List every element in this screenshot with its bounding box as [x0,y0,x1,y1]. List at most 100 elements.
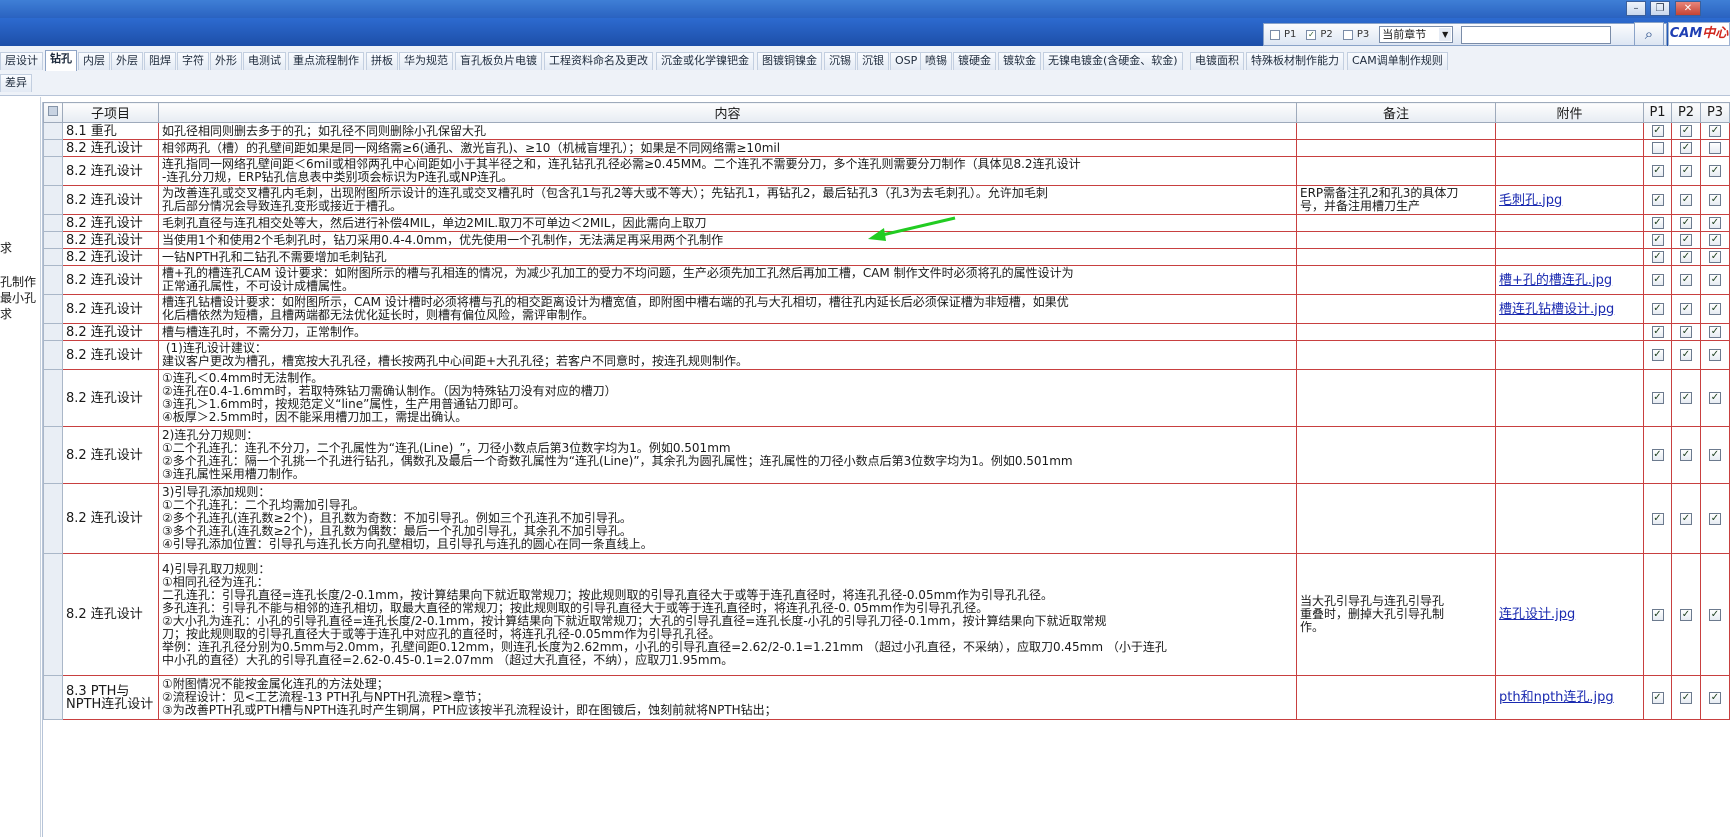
p2-checkbox[interactable]: ✓ [1680,217,1692,229]
row-selector[interactable] [43,323,63,341]
row-selector[interactable] [43,340,63,370]
row-attachment-link[interactable] [1495,156,1644,186]
p2-checkbox[interactable]: ✓ [1680,194,1692,206]
p1-checkbox[interactable]: ✓ [1651,303,1664,315]
row-selector[interactable] [43,156,63,186]
tree-item[interactable]: 孔制作 [0,275,36,289]
p2-checkbox[interactable]: ✓ [1680,303,1692,315]
p3-checkbox[interactable]: ✓ [1709,608,1721,621]
tab-15[interactable]: 沉锡 [824,52,856,70]
row-selector[interactable] [43,248,63,266]
row-attachment-link[interactable]: 毛刺孔.jpg [1495,185,1644,215]
p3-checkbox[interactable]: ✓ [1709,326,1721,338]
select-all-corner[interactable] [43,102,63,123]
tab-19[interactable]: 镀硬金 [953,52,996,70]
p1-checkbox[interactable]: ✓ [1651,194,1664,206]
p2-checkbox[interactable]: ✓ [1680,608,1692,621]
table-row[interactable]: 8.1 重孔 如孔径相同则删去多于的孔；如孔径不同则删除小孔保留大孔 ✓ ✓ ✓ [43,122,1730,140]
tab-2[interactable]: 内层 [78,52,110,70]
header-attachment[interactable]: 附件 [1495,102,1644,123]
row-attachment-link[interactable] [1495,483,1644,554]
p1-checkbox[interactable] [1651,142,1664,154]
header-p3[interactable]: P3 [1700,102,1730,123]
row-attachment-link[interactable] [1495,231,1644,249]
p2-checkbox[interactable]: ✓ [1680,251,1692,263]
tab-6[interactable]: 外形 [210,52,242,70]
table-row[interactable]: 8.2 连孔设计 4)引导孔取刀规则： ①相同孔径为连孔： 二孔连孔：引导孔直径=… [43,553,1730,676]
p3-checkbox[interactable]: ✓ [1709,251,1721,263]
table-row[interactable]: 8.2 连孔设计 3)引导孔添加规则： ①二个孔连孔：二个孔均需加引导孔。 ②多个… [43,483,1730,554]
p2-checkbox[interactable]: ✓ [1680,691,1692,704]
tab-20[interactable]: 镀软金 [998,52,1041,70]
p2-checkbox[interactable]: ✓ [1680,125,1692,137]
p1-checkbox[interactable]: ✓ [1651,165,1664,177]
tree-item[interactable]: 求 [0,241,12,255]
row-attachment-link[interactable] [1495,426,1644,484]
table-row[interactable]: 8.3 PTH与 NPTH连孔设计 ①附图情况不能按金属化连孔的方法处理； ②流程… [43,675,1730,720]
row-attachment-link[interactable] [1495,248,1644,266]
p1-checkbox[interactable]: ✓ [1651,326,1664,338]
row-selector[interactable] [43,122,63,140]
tab-5[interactable]: 字符 [177,52,209,70]
row-attachment-link[interactable]: 槽+孔的槽连孔.jpg [1495,265,1644,295]
row-attachment-link[interactable] [1495,122,1644,140]
table-row[interactable]: 8.2 连孔设计 槽与槽连孔时，不需分刀，正常制作。 ✓ ✓ ✓ [43,323,1730,341]
row-selector[interactable] [43,369,63,427]
p1-checkbox[interactable]: ✓ [1651,512,1664,525]
table-row[interactable]: 8.2 连孔设计 一钻NPTH孔和二钻孔不需要增加毛刺钻孔 ✓ ✓ ✓ [43,248,1730,266]
p2-checkbox[interactable]: ✓ [1306,29,1317,40]
row-attachment-link[interactable] [1495,323,1644,341]
p3-checkbox[interactable]: ✓ [1709,234,1721,246]
row-selector[interactable] [43,139,63,157]
tab-1[interactable]: 钻孔 [45,50,77,71]
tab-3[interactable]: 外层 [111,52,143,70]
row-selector[interactable] [43,294,63,324]
tab-9[interactable]: 拼板 [366,52,398,70]
table-row[interactable]: 8.2 连孔设计 2)连孔分刀规则： ①二个孔连孔：连孔不分刀，二个孔属性为“连孔… [43,426,1730,484]
p3-checkbox[interactable] [1709,142,1721,154]
tab-17[interactable]: OSP [890,52,923,70]
row-selector[interactable] [43,231,63,249]
tab-18[interactable]: 喷锡 [920,52,952,70]
search-button[interactable]: ⌕ [1634,22,1664,46]
p1-checkbox[interactable]: ✓ [1651,608,1664,621]
p1-checkbox[interactable]: ✓ [1651,234,1664,246]
p3-checkbox[interactable]: ✓ [1709,194,1721,206]
tab-7[interactable]: 电测试 [243,52,286,70]
row-attachment-link[interactable]: 槽连孔钻槽设计.jpg [1495,294,1644,324]
tab-0[interactable]: 层设计 [0,52,43,70]
p2-checkbox[interactable]: ✓ [1680,274,1692,286]
table-row[interactable]: 8.2 连孔设计 相邻两孔（槽）的孔壁间距如果是同一网络需≥6(通孔、激光盲孔)、… [43,139,1730,157]
close-button[interactable]: ✕ [1675,1,1701,16]
tab-row2-0[interactable]: 差异 [0,74,32,92]
tab-8[interactable]: 重点流程制作 [288,52,364,70]
row-selector[interactable] [43,426,63,484]
table-row[interactable]: 8.2 连孔设计 ①连孔＜0.4mm时无法制作。 ②连孔在0.4-1.6mm时，若… [43,369,1730,427]
tree-item[interactable]: 求 [0,307,12,321]
p1-checkbox[interactable]: ✓ [1651,691,1664,704]
row-attachment-link[interactable] [1495,369,1644,427]
table-row[interactable]: 8.2 连孔设计 为改善连孔或交叉槽孔内毛刺，出现附图所示设计的连孔或交叉槽孔时（… [43,185,1730,215]
row-attachment-link[interactable]: pth和npth连孔.jpg [1495,675,1644,720]
header-remark[interactable]: 备注 [1296,102,1496,123]
row-selector[interactable] [43,265,63,295]
header-p2[interactable]: P2 [1671,102,1701,123]
p1-checkbox[interactable] [1270,29,1280,40]
tab-21[interactable]: 无镍电镀金(含硬金、软金) [1043,52,1183,70]
p2-checkbox[interactable]: ✓ [1680,326,1692,338]
p2-checkbox[interactable]: ✓ [1680,449,1692,461]
p2-checkbox[interactable]: ✓ [1680,165,1692,177]
tree-item[interactable]: 最小孔 [0,291,36,305]
header-content[interactable]: 内容 [158,102,1297,123]
p3-checkbox[interactable]: ✓ [1709,125,1721,137]
p3-checkbox[interactable]: ✓ [1709,303,1721,315]
p3-checkbox[interactable] [1342,29,1353,40]
p2-checkbox[interactable]: ✓ [1680,234,1692,246]
p3-checkbox[interactable]: ✓ [1709,392,1721,404]
maximize-button[interactable]: ❐ [1650,1,1670,16]
search-input[interactable] [1461,25,1612,44]
p3-checkbox[interactable]: ✓ [1709,512,1721,525]
row-selector[interactable] [43,185,63,215]
row-attachment-link[interactable] [1495,340,1644,370]
row-attachment-link[interactable] [1495,139,1644,157]
